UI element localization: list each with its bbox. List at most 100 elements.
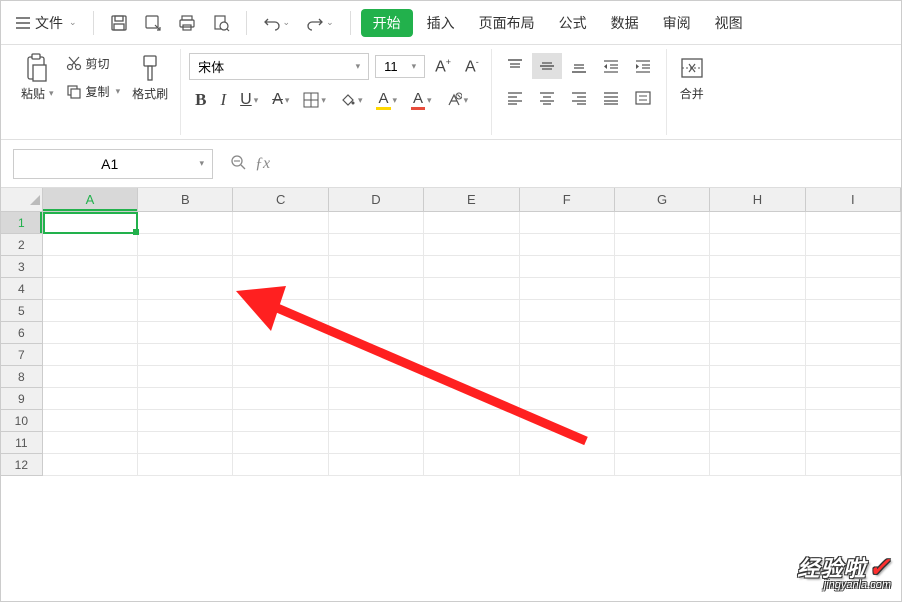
cell-B1[interactable] bbox=[138, 212, 233, 234]
cell-H12[interactable] bbox=[710, 454, 805, 476]
italic-button[interactable]: I bbox=[214, 86, 232, 114]
cell-B9[interactable] bbox=[138, 388, 233, 410]
cell-C2[interactable] bbox=[233, 234, 328, 256]
cell-G11[interactable] bbox=[615, 432, 710, 454]
tab-start[interactable]: 开始 bbox=[361, 9, 413, 37]
increase-indent-button[interactable] bbox=[628, 53, 658, 79]
row-header-7[interactable]: 7 bbox=[1, 344, 43, 366]
fill-color-button[interactable]: ▾ bbox=[334, 88, 369, 112]
cell-H1[interactable] bbox=[710, 212, 805, 234]
cell-H9[interactable] bbox=[710, 388, 805, 410]
row-header-5[interactable]: 5 bbox=[1, 300, 43, 322]
cell-E10[interactable] bbox=[424, 410, 519, 432]
font-name-select[interactable]: 宋体 ▾ bbox=[189, 53, 369, 80]
col-header-D[interactable]: D bbox=[329, 188, 424, 212]
cell-E9[interactable] bbox=[424, 388, 519, 410]
cell-G9[interactable] bbox=[615, 388, 710, 410]
cell-H3[interactable] bbox=[710, 256, 805, 278]
redo-button[interactable]: ⌄ bbox=[300, 10, 340, 36]
zoom-fx-icon[interactable] bbox=[229, 153, 247, 174]
cell-D3[interactable] bbox=[329, 256, 424, 278]
cell-B11[interactable] bbox=[138, 432, 233, 454]
name-box[interactable]: A1 ▾ bbox=[13, 149, 213, 179]
cell-A11[interactable] bbox=[43, 432, 138, 454]
cell-F4[interactable] bbox=[520, 278, 615, 300]
cell-B3[interactable] bbox=[138, 256, 233, 278]
cell-I9[interactable] bbox=[806, 388, 901, 410]
cell-E3[interactable] bbox=[424, 256, 519, 278]
cell-I4[interactable] bbox=[806, 278, 901, 300]
tab-formulas[interactable]: 公式 bbox=[549, 9, 597, 37]
font-color-button[interactable]: A ▾ bbox=[405, 86, 438, 114]
cell-A12[interactable] bbox=[43, 454, 138, 476]
font-size-select[interactable]: 11 ▾ bbox=[375, 55, 425, 78]
print-preview-button[interactable] bbox=[206, 10, 236, 36]
copy-button[interactable]: 复制▾ bbox=[62, 81, 125, 102]
bold-button[interactable]: B bbox=[189, 86, 212, 114]
increase-font-button[interactable]: A+ bbox=[431, 55, 455, 78]
row-header-4[interactable]: 4 bbox=[1, 278, 43, 300]
cell-B4[interactable] bbox=[138, 278, 233, 300]
cell-H6[interactable] bbox=[710, 322, 805, 344]
cell-E11[interactable] bbox=[424, 432, 519, 454]
cell-B6[interactable] bbox=[138, 322, 233, 344]
cell-B2[interactable] bbox=[138, 234, 233, 256]
cell-I12[interactable] bbox=[806, 454, 901, 476]
cell-C5[interactable] bbox=[233, 300, 328, 322]
cell-I7[interactable] bbox=[806, 344, 901, 366]
highlight-button[interactable]: A ▾ bbox=[370, 86, 403, 114]
cell-G7[interactable] bbox=[615, 344, 710, 366]
tab-data[interactable]: 数据 bbox=[601, 9, 649, 37]
cell-F2[interactable] bbox=[520, 234, 615, 256]
strikethrough-button[interactable]: A▾ bbox=[266, 87, 295, 113]
row-header-12[interactable]: 12 bbox=[1, 454, 43, 476]
cell-I10[interactable] bbox=[806, 410, 901, 432]
cell-D12[interactable] bbox=[329, 454, 424, 476]
print-button[interactable] bbox=[172, 10, 202, 36]
save-button[interactable] bbox=[104, 10, 134, 36]
cell-C4[interactable] bbox=[233, 278, 328, 300]
cell-H10[interactable] bbox=[710, 410, 805, 432]
valign-middle-button[interactable] bbox=[532, 53, 562, 79]
cell-F5[interactable] bbox=[520, 300, 615, 322]
cell-B5[interactable] bbox=[138, 300, 233, 322]
cell-C9[interactable] bbox=[233, 388, 328, 410]
cell-E12[interactable] bbox=[424, 454, 519, 476]
cell-D2[interactable] bbox=[329, 234, 424, 256]
borders-button[interactable]: ▾ bbox=[297, 88, 332, 112]
cell-G5[interactable] bbox=[615, 300, 710, 322]
cell-B8[interactable] bbox=[138, 366, 233, 388]
cell-B10[interactable] bbox=[138, 410, 233, 432]
col-header-E[interactable]: E bbox=[424, 188, 519, 212]
col-header-F[interactable]: F bbox=[520, 188, 615, 212]
cell-B7[interactable] bbox=[138, 344, 233, 366]
cell-F8[interactable] bbox=[520, 366, 615, 388]
cell-C3[interactable] bbox=[233, 256, 328, 278]
cell-D11[interactable] bbox=[329, 432, 424, 454]
cell-H11[interactable] bbox=[710, 432, 805, 454]
cell-F9[interactable] bbox=[520, 388, 615, 410]
cell-A1[interactable] bbox=[43, 212, 138, 234]
cell-F12[interactable] bbox=[520, 454, 615, 476]
row-header-1[interactable]: 1 bbox=[1, 212, 43, 234]
cell-C1[interactable] bbox=[233, 212, 328, 234]
cell-B12[interactable] bbox=[138, 454, 233, 476]
format-painter-button[interactable]: 格式刷 bbox=[128, 51, 172, 104]
cell-A8[interactable] bbox=[43, 366, 138, 388]
decrease-font-button[interactable]: A- bbox=[461, 55, 483, 78]
cell-E4[interactable] bbox=[424, 278, 519, 300]
cell-F10[interactable] bbox=[520, 410, 615, 432]
row-header-6[interactable]: 6 bbox=[1, 322, 43, 344]
cell-F3[interactable] bbox=[520, 256, 615, 278]
halign-left-button[interactable] bbox=[500, 85, 530, 111]
cell-H5[interactable] bbox=[710, 300, 805, 322]
cell-C11[interactable] bbox=[233, 432, 328, 454]
cell-G2[interactable] bbox=[615, 234, 710, 256]
cell-A5[interactable] bbox=[43, 300, 138, 322]
cell-A7[interactable] bbox=[43, 344, 138, 366]
select-all-corner[interactable] bbox=[1, 188, 43, 212]
col-header-I[interactable]: I bbox=[806, 188, 901, 212]
paste-button[interactable]: 粘贴▾ bbox=[17, 51, 58, 104]
tab-insert[interactable]: 插入 bbox=[417, 9, 465, 37]
cell-D8[interactable] bbox=[329, 366, 424, 388]
